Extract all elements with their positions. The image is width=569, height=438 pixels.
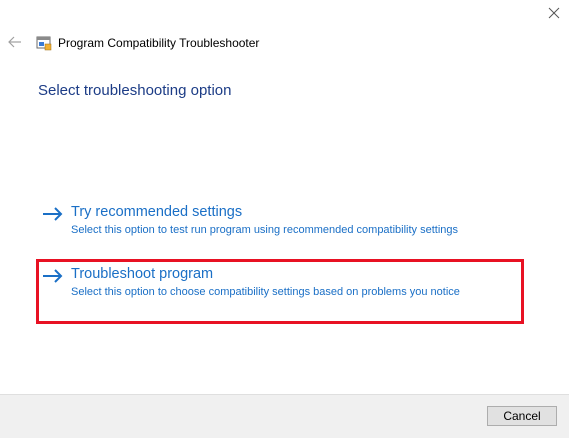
back-button[interactable]	[6, 34, 24, 50]
arrow-right-icon	[43, 207, 63, 221]
close-icon	[548, 7, 560, 19]
option-description: Select this option to choose compatibili…	[71, 286, 460, 298]
footer-bar: Cancel	[0, 394, 569, 438]
window-title-bar: Program Compatibility Troubleshooter	[36, 34, 259, 52]
option-try-recommended-settings[interactable]: Try recommended settings Select this opt…	[38, 203, 522, 243]
page-heading: Select troubleshooting option	[38, 82, 232, 99]
option-title: Try recommended settings	[71, 204, 243, 220]
option-troubleshoot-program[interactable]: Troubleshoot program Select this option …	[38, 265, 522, 305]
option-title: Troubleshoot program	[71, 266, 214, 282]
troubleshooter-app-icon	[36, 36, 52, 51]
arrow-right-icon	[43, 269, 63, 283]
close-button[interactable]	[543, 4, 565, 24]
option-description: Select this option to test run program u…	[71, 224, 459, 236]
back-arrow-icon	[8, 36, 21, 48]
window-title: Program Compatibility Troubleshooter	[58, 36, 260, 50]
cancel-button[interactable]: Cancel	[487, 406, 557, 426]
